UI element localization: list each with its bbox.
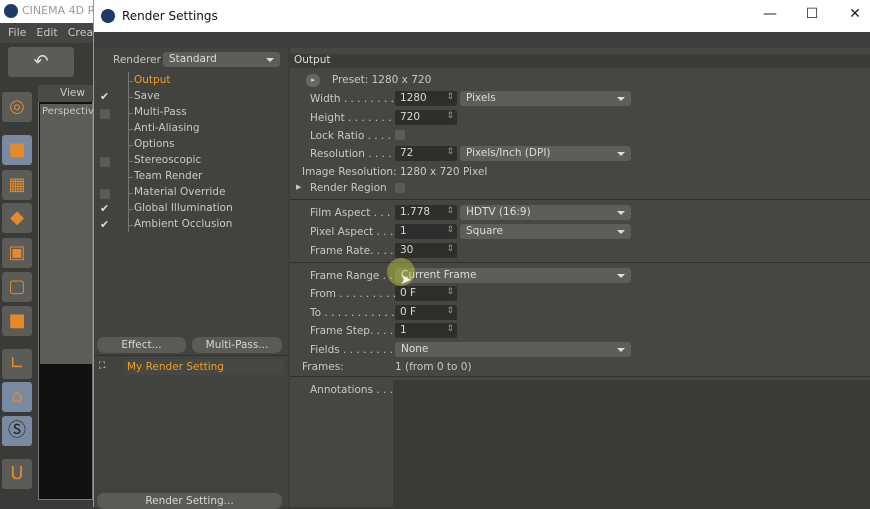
- frame-rate-label: Frame Rate. . . . .: [310, 245, 401, 257]
- width-label: Width . . . . . . . . .: [310, 93, 401, 105]
- effect-button[interactable]: Effect...: [97, 337, 186, 353]
- view-menu[interactable]: View: [60, 87, 85, 99]
- to-label: To . . . . . . . . . . .: [310, 307, 395, 319]
- divider: [290, 376, 870, 377]
- globe-icon[interactable]: ◎: [2, 92, 32, 122]
- enable-checkbox[interactable]: ✔: [100, 90, 109, 103]
- edges-icon[interactable]: ▢: [2, 272, 32, 302]
- expand-arrow-icon[interactable]: ▶: [296, 183, 301, 191]
- enable-checkbox[interactable]: ✔: [100, 218, 109, 231]
- from-label: From . . . . . . . . .: [310, 288, 397, 300]
- frame-range-dropdown[interactable]: Current Frame: [395, 268, 631, 283]
- multipass-button[interactable]: Multi-Pass...: [192, 337, 282, 353]
- pixel-aspect-dropdown[interactable]: Square: [460, 224, 631, 239]
- tree-item-team-render[interactable]: Team Render: [127, 170, 202, 182]
- enable-checkbox[interactable]: [100, 157, 110, 167]
- divider: [94, 355, 288, 356]
- image-resolution: Image Resolution: 1280 x 720 Pixel: [302, 166, 488, 178]
- width-unit-dropdown[interactable]: Pixels: [460, 91, 631, 106]
- divider: [290, 199, 870, 200]
- maximize-button[interactable]: ☐: [802, 6, 822, 26]
- fields-label: Fields . . . . . . . .: [310, 344, 394, 356]
- film-aspect-dropdown[interactable]: HDTV (16:9): [460, 205, 631, 220]
- tree-item-save[interactable]: Save: [128, 90, 160, 102]
- perspective-label: Perspective: [42, 106, 100, 117]
- render-region-label: Render Region: [310, 182, 387, 194]
- frame-range-label: Frame Range . . .: [310, 270, 400, 282]
- undo-icon[interactable]: ↶: [8, 47, 74, 77]
- tree-item-material-override[interactable]: Material Override: [127, 186, 225, 198]
- width-field[interactable]: 1280: [395, 91, 457, 106]
- annotations-label: Annotations . . .: [310, 384, 394, 396]
- magnet-icon[interactable]: U: [2, 459, 32, 489]
- app-menu-bar: File Edit Crea: [0, 23, 93, 43]
- menu-create[interactable]: Crea: [68, 26, 93, 40]
- frame-step-field[interactable]: 1: [395, 323, 457, 338]
- renderer-label: Renderer: [113, 54, 161, 66]
- viewport-menu[interactable]: View: [38, 85, 93, 102]
- frame-rate-field[interactable]: 30: [395, 243, 457, 258]
- enable-checkbox[interactable]: [100, 109, 110, 119]
- grip-handle[interactable]: [94, 32, 870, 48]
- dialog-title-bar[interactable]: Render Settings: [94, 0, 870, 32]
- height-label: Height . . . . . . . .: [310, 112, 399, 124]
- plane-icon[interactable]: ◆: [2, 203, 32, 233]
- tree-item-options[interactable]: Options: [128, 138, 175, 150]
- enable-checkbox[interactable]: ✔: [100, 202, 109, 215]
- frames-value: 1 (from 0 to 0): [395, 361, 472, 373]
- renderer-dropdown[interactable]: Standard: [163, 52, 280, 67]
- focus-icon: ⛶: [99, 361, 106, 371]
- render-region-checkbox[interactable]: [395, 183, 405, 193]
- snap-icon[interactable]: Ⓢ: [2, 416, 32, 446]
- preset-label: Preset: 1280 x 720: [332, 74, 432, 86]
- pixel-aspect-label: Pixel Aspect . . . .: [310, 226, 400, 238]
- render-setting-name[interactable]: My Render Setting: [127, 361, 224, 373]
- menu-edit[interactable]: Edit: [36, 26, 57, 40]
- lock-ratio-label: Lock Ratio . . . . .: [310, 130, 398, 142]
- cinema4d-logo-icon: [4, 4, 18, 18]
- annotations-textarea[interactable]: [393, 380, 870, 507]
- minimize-button[interactable]: —: [760, 6, 780, 26]
- settings-tree-panel: Renderer Standard Effect... Multi-Pass..…: [94, 48, 288, 509]
- checker-cube-icon[interactable]: ▦: [2, 170, 32, 200]
- resolution-label: Resolution . . . . .: [310, 148, 399, 160]
- film-aspect-label: Film Aspect . . . .: [310, 207, 398, 219]
- close-button[interactable]: ✕: [845, 6, 865, 26]
- render-settings-dialog: Render Settings — ☐ ✕ Renderer Standard …: [93, 0, 870, 509]
- resolution-field[interactable]: 72: [395, 146, 457, 161]
- tree-item-anti-aliasing[interactable]: Anti-Aliasing: [128, 122, 200, 134]
- output-panel: Output ▸ Preset: 1280 x 720 Width . . . …: [290, 48, 870, 507]
- pixel-aspect-field[interactable]: 1: [395, 224, 457, 239]
- fields-dropdown[interactable]: None: [395, 342, 631, 357]
- cinema4d-logo-icon: [101, 9, 115, 23]
- enable-checkbox[interactable]: [100, 189, 110, 199]
- polygons-icon[interactable]: ■: [2, 306, 32, 336]
- points-icon[interactable]: ▣: [2, 238, 32, 268]
- from-field[interactable]: 0 F: [395, 286, 457, 301]
- cube-icon[interactable]: ■: [2, 135, 32, 165]
- app-title: CINEMA 4D R1: [22, 4, 93, 17]
- height-field[interactable]: 720: [395, 110, 457, 125]
- frame-step-label: Frame Step. . . . .: [310, 325, 400, 337]
- frames-label: Frames:: [302, 361, 344, 373]
- lock-ratio-checkbox[interactable]: [395, 130, 405, 140]
- dialog-title: Render Settings: [122, 9, 218, 23]
- tree-item-output[interactable]: Output: [127, 74, 170, 86]
- output-header: Output: [290, 54, 870, 68]
- tree-item-global-illumination[interactable]: Global Illumination: [128, 202, 233, 214]
- tree-item-stereoscopic[interactable]: Stereoscopic: [127, 154, 201, 166]
- viewport-perspective: Perspective: [40, 104, 100, 364]
- film-aspect-field[interactable]: 1.778: [395, 205, 457, 220]
- to-field[interactable]: 0 F: [395, 305, 457, 320]
- divider: [290, 262, 870, 263]
- menu-file[interactable]: File: [8, 26, 26, 40]
- mouse-icon[interactable]: ⌂: [2, 382, 32, 412]
- preset-play-icon[interactable]: ▸: [306, 74, 320, 87]
- resolution-unit-dropdown[interactable]: Pixels/Inch (DPI): [460, 146, 631, 161]
- axis-icon[interactable]: ∟: [2, 349, 32, 379]
- tree-line: [128, 72, 129, 232]
- tree-item-ambient-occlusion[interactable]: Ambient Occlusion: [127, 218, 232, 230]
- tree-item-multi-pass[interactable]: Multi-Pass: [128, 106, 187, 118]
